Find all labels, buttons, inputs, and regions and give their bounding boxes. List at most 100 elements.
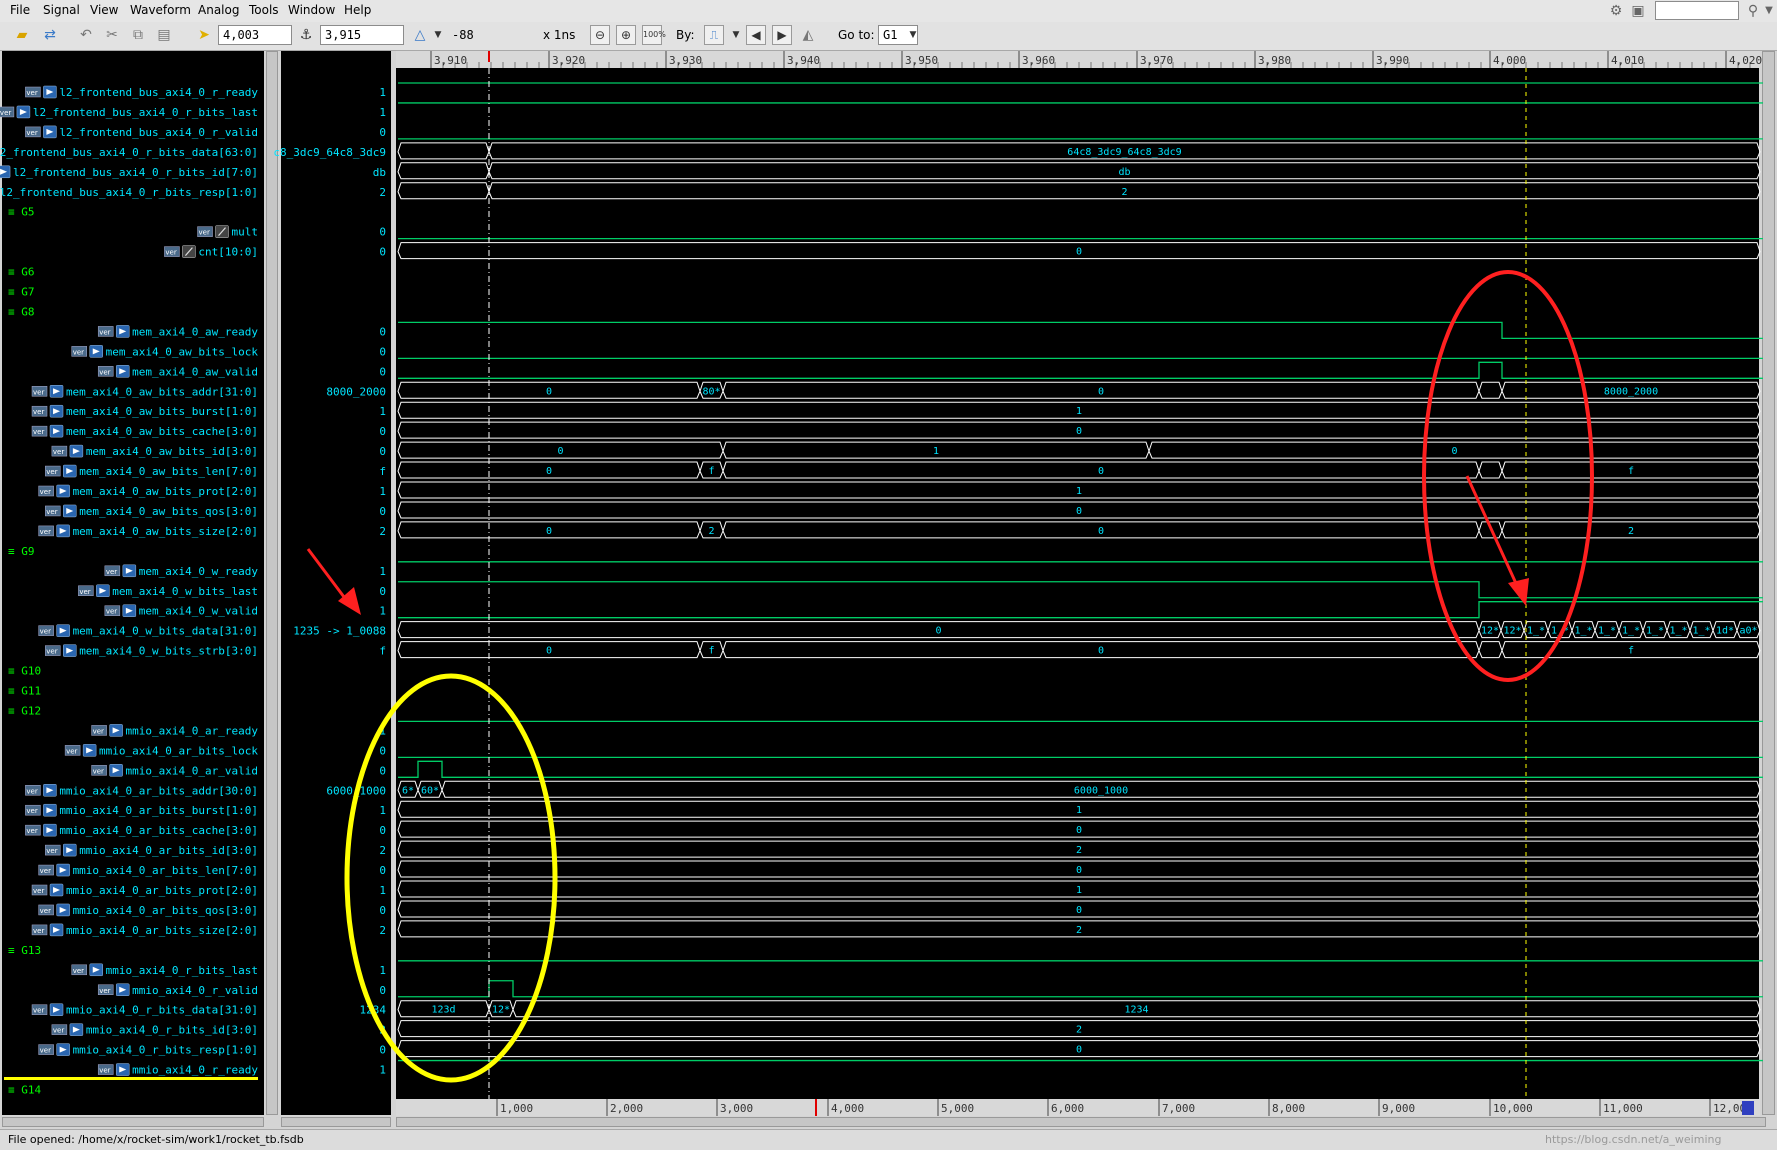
- wave-bus-segment: [1478, 381, 1503, 399]
- ruler-label: 3,000: [720, 1102, 753, 1115]
- wave-bus-label: 0: [1451, 446, 1457, 457]
- ruler-label: 11,000: [1603, 1102, 1643, 1115]
- signal-value: 8000_2000: [326, 385, 386, 398]
- signal-value: 1: [379, 485, 386, 498]
- status-bar: File opened: /home/x/rocket-sim/work1/ro…: [0, 1129, 1777, 1150]
- wave-bus-label: 0: [1076, 825, 1082, 836]
- wave-bus-label: 80*: [702, 386, 720, 397]
- wave-bus-label: 1: [933, 446, 939, 457]
- ruler-label: 5,000: [941, 1102, 974, 1115]
- wave-bus-label: 1d*: [1716, 626, 1734, 637]
- ruler-top-bg: [396, 51, 1760, 68]
- ver-icon-label: ver: [53, 1027, 64, 1035]
- signal-value: 0: [379, 246, 386, 259]
- group-label-g7: ≡ G7: [8, 286, 35, 299]
- ruler-label: 3,970: [1140, 54, 1173, 67]
- ver-icon-label: ver: [40, 867, 51, 875]
- ruler-label: 6,000: [1051, 1102, 1084, 1115]
- signal-value: 0: [379, 445, 386, 458]
- signal-name: mmio_axi4_0_ar_bits_lock: [99, 744, 258, 757]
- ruler-label: 7,000: [1162, 1102, 1195, 1115]
- ruler-label: 8,000: [1272, 1102, 1305, 1115]
- signal-name: mem_axi4_0_w_ready: [139, 565, 259, 578]
- ver-icon-label: ver: [40, 628, 51, 636]
- wave-bus-label: 0: [546, 386, 552, 397]
- wave-bus-label: 0: [1098, 466, 1104, 477]
- signal-value: 0: [379, 984, 386, 997]
- signal-value: c8_3dc9_64c8_3dc9: [273, 146, 386, 159]
- time-ruler-top: 3,910 3,920 3,930 3,940 3,950 3,960 3,970 3,980…: [396, 51, 1762, 68]
- wave-bus-label: 0: [557, 446, 563, 457]
- ruler-label: 4,000: [1493, 54, 1526, 67]
- ver-icon-label: ver: [40, 488, 51, 496]
- ver-icon-label: ver: [165, 249, 176, 257]
- group-label-g5: ≡ G5: [8, 206, 35, 219]
- signal-value: db: [373, 166, 386, 179]
- signal-value: f: [379, 645, 386, 658]
- ver-icon-label: ver: [99, 368, 110, 376]
- signal-name: l2_frontend_bus_axi4_0_r_bits_data[63:0]: [0, 146, 258, 159]
- ruler-label: 10,000: [1493, 1102, 1533, 1115]
- wave-bus-label: 12*: [492, 1005, 510, 1016]
- ver-icon-label: ver: [99, 987, 110, 995]
- signal-value: 0: [379, 824, 386, 837]
- signal-value: 2: [379, 844, 386, 857]
- signal-value: 1: [379, 804, 386, 817]
- cursors: [488, 68, 1527, 1099]
- ver-icon-label: ver: [33, 408, 44, 416]
- wave-bit: [398, 980, 1763, 998]
- signal-name: mmio_axi4_0_ar_bits_burst[1:0]: [59, 804, 258, 817]
- wave-bus-label: 0: [1076, 506, 1082, 517]
- wave-bit: [398, 760, 1763, 778]
- annotation-red-arrow: [306, 548, 349, 602]
- wave-bus-label: 12*: [1503, 626, 1521, 637]
- ver-icon-label: ver: [40, 1047, 51, 1055]
- signal-value: 0: [379, 764, 386, 777]
- signal-value: 1: [379, 86, 386, 99]
- signal-value: 0: [379, 505, 386, 518]
- wave-bus-label: 1_*: [1574, 626, 1592, 637]
- waveform-canvas: 3,910 3,920 3,930 3,940 3,950 3,960 3,970 3,980…: [0, 51, 1763, 1116]
- group-label-g12: ≡ G12: [8, 704, 41, 717]
- ruler-label: 3,930: [669, 54, 702, 67]
- ver-icon-label: ver: [40, 907, 51, 915]
- wave-bus-label: 1_*: [1692, 626, 1710, 637]
- signal-values: 1 1 0 c8_3dc9_64c8_3dc9db 2 0 0 0 0 0 8000_2000 1 0 0…: [273, 86, 386, 1077]
- signal-value: 0: [379, 585, 386, 598]
- signal-name: mem_axi4_0_aw_bits_cache[3:0]: [66, 425, 258, 438]
- signal-name: mem_axi4_0_w_bits_strb[3:0]: [79, 645, 258, 658]
- wave-bit: [398, 321, 1763, 340]
- wave-bus-label: f: [1628, 466, 1634, 477]
- ruler-label: 3,990: [1376, 54, 1409, 67]
- signal-name: mem_axi4_0_aw_bits_len[7:0]: [79, 465, 258, 478]
- wave-bus-label: 0: [1076, 865, 1082, 876]
- ruler-label: 12,00: [1713, 1102, 1746, 1115]
- ver-icon-label: ver: [46, 468, 57, 476]
- signal-name: mmio_axi4_0_r_bits_last: [106, 964, 258, 977]
- ver-icon-label: ver: [46, 508, 57, 516]
- signal-value: 1: [379, 106, 386, 119]
- signal-name: mmio_axi4_0_ar_bits_len[7:0]: [73, 864, 258, 877]
- signal-value: 0: [379, 325, 386, 338]
- wave-bus-segment: [397, 142, 490, 160]
- wave-bus-label: 2: [1121, 187, 1127, 198]
- signal-value: 0: [379, 864, 386, 877]
- wave-bus-label: db: [1118, 167, 1130, 178]
- wave-bus-label: 1_*: [1669, 626, 1687, 637]
- ver-icon-label: ver: [40, 528, 51, 536]
- wave-bus-label: 64c8_3dc9_64c8_3dc9: [1067, 147, 1181, 158]
- signal-name: mem_axi4_0_w_bits_data[31:0]: [73, 625, 258, 638]
- signal-name: mem_axi4_0_aw_valid: [132, 365, 258, 378]
- wave-bus-label: 1: [1076, 486, 1082, 497]
- signal-name: mem_axi4_0_aw_bits_lock: [106, 345, 259, 358]
- ruler-label: 3,950: [905, 54, 938, 67]
- signal-name: mmio_axi4_0_ar_bits_id[3:0]: [79, 844, 258, 857]
- signal-name: mem_axi4_0_aw_bits_id[3:0]: [86, 445, 258, 458]
- ver-icon-label: ver: [33, 887, 44, 895]
- wave-bus-label: f: [1628, 646, 1634, 657]
- signal-name: mmio_axi4_0_ar_bits_qos[3:0]: [73, 904, 258, 917]
- group-label-g6: ≡ G6: [8, 266, 35, 279]
- ver-icon-label: ver: [26, 129, 37, 137]
- signal-name: mmio_axi4_0_r_bits_id[3:0]: [86, 1024, 258, 1037]
- wave-bus-label: 0: [1076, 426, 1082, 437]
